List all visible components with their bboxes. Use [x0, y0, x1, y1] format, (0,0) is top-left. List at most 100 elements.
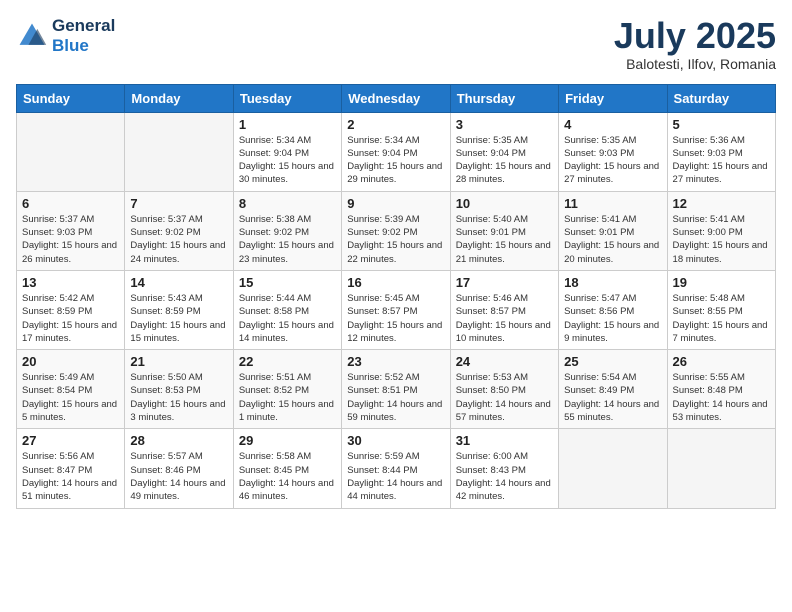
day-number: 10 [456, 196, 553, 211]
calendar-cell: 19 Sunrise: 5:48 AM Sunset: 8:55 PM Dayli… [667, 270, 775, 349]
day-info: Sunrise: 5:38 AM Sunset: 9:02 PM Dayligh… [239, 213, 336, 266]
calendar-cell: 11Sunrise: 5:41 AM Sunset: 9:01 PM Dayli… [559, 191, 667, 270]
day-number: 23 [347, 354, 444, 369]
day-number: 22 [239, 354, 336, 369]
day-info: Sunrise: 5:50 AM Sunset: 8:53 PM Dayligh… [130, 371, 227, 424]
calendar-cell [125, 112, 233, 191]
calendar-cell: 30 Sunrise: 5:59 AM Sunset: 8:44 PM Dayli… [342, 429, 450, 508]
calendar-cell: 9Sunrise: 5:39 AM Sunset: 9:02 PM Daylig… [342, 191, 450, 270]
calendar-table: SundayMondayTuesdayWednesdayThursdayFrid… [16, 84, 776, 509]
day-number: 14 [130, 275, 227, 290]
day-info: Sunrise: 5:37 AM Sunset: 9:03 PM Dayligh… [22, 213, 119, 266]
day-info: Sunrise: 5:52 AM Sunset: 8:51 PM Dayligh… [347, 371, 444, 424]
day-info: Sunrise: 5:56 AM Sunset: 8:47 PM Dayligh… [22, 450, 119, 503]
day-info: Sunrise: 5:59 AM Sunset: 8:44 PM Dayligh… [347, 450, 444, 503]
day-number: 4 [564, 117, 661, 132]
page-header: General Blue July 2025 Balotesti, Ilfov,… [16, 16, 776, 72]
calendar-cell: 7 Sunrise: 5:37 AM Sunset: 9:02 PM Daylig… [125, 191, 233, 270]
day-number: 25 [564, 354, 661, 369]
logo: General Blue [16, 16, 115, 55]
day-number: 27 [22, 433, 119, 448]
weekday-header-tuesday: Tuesday [233, 84, 341, 112]
day-number: 9 [347, 196, 444, 211]
weekday-header-saturday: Saturday [667, 84, 775, 112]
weekday-header-wednesday: Wednesday [342, 84, 450, 112]
day-number: 19 [673, 275, 770, 290]
day-number: 7 [130, 196, 227, 211]
calendar-cell: 27 Sunrise: 5:56 AM Sunset: 8:47 PM Dayli… [17, 429, 125, 508]
calendar-cell: 5Sunrise: 5:36 AM Sunset: 9:03 PM Daylig… [667, 112, 775, 191]
calendar-cell: 1 Sunrise: 5:34 AM Sunset: 9:04 PM Daylig… [233, 112, 341, 191]
weekday-header-sunday: Sunday [17, 84, 125, 112]
weekday-header-monday: Monday [125, 84, 233, 112]
day-info: Sunrise: 5:46 AM Sunset: 8:57 PM Dayligh… [456, 292, 553, 345]
calendar-cell: 4 Sunrise: 5:35 AM Sunset: 9:03 PM Daylig… [559, 112, 667, 191]
day-number: 13 [22, 275, 119, 290]
day-number: 18 [564, 275, 661, 290]
calendar-cell: 3Sunrise: 5:35 AM Sunset: 9:04 PM Daylig… [450, 112, 558, 191]
logo-text-blue: Blue [52, 36, 115, 56]
calendar-cell: 20Sunrise: 5:49 AM Sunset: 8:54 PM Dayli… [17, 350, 125, 429]
day-number: 6 [22, 196, 119, 211]
day-number: 17 [456, 275, 553, 290]
weekday-header-row: SundayMondayTuesdayWednesdayThursdayFrid… [17, 84, 776, 112]
day-number: 16 [347, 275, 444, 290]
day-info: Sunrise: 5:51 AM Sunset: 8:52 PM Dayligh… [239, 371, 336, 424]
day-number: 11 [564, 196, 661, 211]
day-info: Sunrise: 5:37 AM Sunset: 9:02 PM Dayligh… [130, 213, 227, 266]
logo-icon [16, 20, 48, 52]
day-info: Sunrise: 6:00 AM Sunset: 8:43 PM Dayligh… [456, 450, 553, 503]
calendar-cell [559, 429, 667, 508]
day-number: 12 [673, 196, 770, 211]
calendar-cell: 13 Sunrise: 5:42 AM Sunset: 8:59 PM Dayli… [17, 270, 125, 349]
day-info: Sunrise: 5:48 AM Sunset: 8:55 PM Dayligh… [673, 292, 770, 345]
calendar-cell: 2 Sunrise: 5:34 AM Sunset: 9:04 PM Daylig… [342, 112, 450, 191]
day-number: 20 [22, 354, 119, 369]
calendar-cell: 14 Sunrise: 5:43 AM Sunset: 8:59 PM Dayli… [125, 270, 233, 349]
month-title: July 2025 [614, 16, 776, 56]
weekday-header-thursday: Thursday [450, 84, 558, 112]
day-info: Sunrise: 5:41 AM Sunset: 9:00 PM Dayligh… [673, 213, 770, 266]
day-info: Sunrise: 5:53 AM Sunset: 8:50 PM Dayligh… [456, 371, 553, 424]
day-info: Sunrise: 5:34 AM Sunset: 9:04 PM Dayligh… [347, 134, 444, 187]
day-info: Sunrise: 5:40 AM Sunset: 9:01 PM Dayligh… [456, 213, 553, 266]
weekday-header-friday: Friday [559, 84, 667, 112]
calendar-cell: 15 Sunrise: 5:44 AM Sunset: 8:58 PM Dayli… [233, 270, 341, 349]
day-number: 2 [347, 117, 444, 132]
day-info: Sunrise: 5:57 AM Sunset: 8:46 PM Dayligh… [130, 450, 227, 503]
day-number: 3 [456, 117, 553, 132]
day-info: Sunrise: 5:58 AM Sunset: 8:45 PM Dayligh… [239, 450, 336, 503]
day-info: Sunrise: 5:54 AM Sunset: 8:49 PM Dayligh… [564, 371, 661, 424]
day-number: 21 [130, 354, 227, 369]
calendar-cell [17, 112, 125, 191]
day-number: 28 [130, 433, 227, 448]
day-number: 30 [347, 433, 444, 448]
day-number: 26 [673, 354, 770, 369]
day-info: Sunrise: 5:44 AM Sunset: 8:58 PM Dayligh… [239, 292, 336, 345]
day-info: Sunrise: 5:47 AM Sunset: 8:56 PM Dayligh… [564, 292, 661, 345]
calendar-cell: 29 Sunrise: 5:58 AM Sunset: 8:45 PM Dayli… [233, 429, 341, 508]
day-number: 15 [239, 275, 336, 290]
calendar-cell: 25 Sunrise: 5:54 AM Sunset: 8:49 PM Dayli… [559, 350, 667, 429]
calendar-cell: 6 Sunrise: 5:37 AM Sunset: 9:03 PM Daylig… [17, 191, 125, 270]
day-info: Sunrise: 5:42 AM Sunset: 8:59 PM Dayligh… [22, 292, 119, 345]
day-info: Sunrise: 5:43 AM Sunset: 8:59 PM Dayligh… [130, 292, 227, 345]
day-number: 29 [239, 433, 336, 448]
day-info: Sunrise: 5:35 AM Sunset: 9:03 PM Dayligh… [564, 134, 661, 187]
calendar-cell: 16Sunrise: 5:45 AM Sunset: 8:57 PM Dayli… [342, 270, 450, 349]
calendar-week-1: 1 Sunrise: 5:34 AM Sunset: 9:04 PM Daylig… [17, 112, 776, 191]
calendar-cell: 12 Sunrise: 5:41 AM Sunset: 9:00 PM Dayli… [667, 191, 775, 270]
day-info: Sunrise: 5:34 AM Sunset: 9:04 PM Dayligh… [239, 134, 336, 187]
calendar-cell: 21 Sunrise: 5:50 AM Sunset: 8:53 PM Dayli… [125, 350, 233, 429]
calendar-week-2: 6 Sunrise: 5:37 AM Sunset: 9:03 PM Daylig… [17, 191, 776, 270]
calendar-cell: 10 Sunrise: 5:40 AM Sunset: 9:01 PM Dayli… [450, 191, 558, 270]
calendar-cell [667, 429, 775, 508]
calendar-cell: 8 Sunrise: 5:38 AM Sunset: 9:02 PM Daylig… [233, 191, 341, 270]
day-number: 8 [239, 196, 336, 211]
day-info: Sunrise: 5:55 AM Sunset: 8:48 PM Dayligh… [673, 371, 770, 424]
calendar-cell: 18 Sunrise: 5:47 AM Sunset: 8:56 PM Dayli… [559, 270, 667, 349]
day-number: 1 [239, 117, 336, 132]
calendar-cell: 24Sunrise: 5:53 AM Sunset: 8:50 PM Dayli… [450, 350, 558, 429]
day-info: Sunrise: 5:36 AM Sunset: 9:03 PM Dayligh… [673, 134, 770, 187]
calendar-week-3: 13 Sunrise: 5:42 AM Sunset: 8:59 PM Dayli… [17, 270, 776, 349]
